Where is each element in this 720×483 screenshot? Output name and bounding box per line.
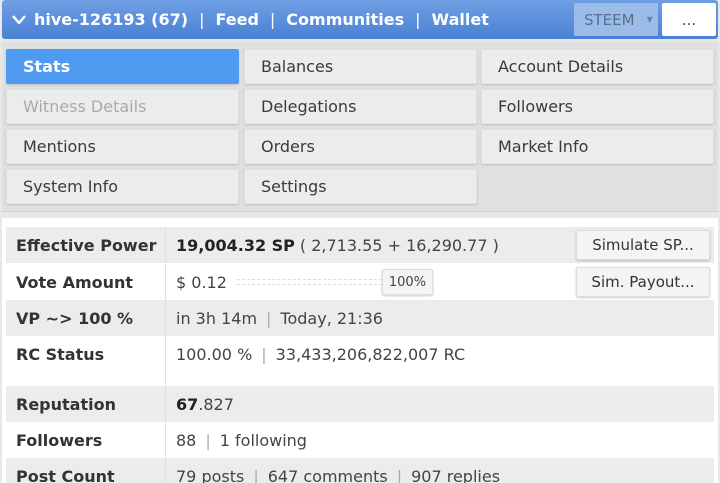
menu-item-system-info[interactable]: System Info <box>6 169 239 204</box>
stat-label: VP ~> 100 % <box>6 300 166 336</box>
stat-label: RC Status <box>6 336 166 372</box>
rc-amount: 33,433,206,822,007 RC <box>275 344 466 364</box>
vp-recharge-time: in 3h 14m <box>176 308 258 328</box>
stat-label: Post Count <box>6 458 166 483</box>
nav-separator: | <box>415 10 421 29</box>
stat-row-rc-status: RC Status 100.00 % | 33,433,206,822,007 … <box>6 336 714 372</box>
stat-label: Reputation <box>6 386 166 422</box>
nav-link-communities[interactable]: Communities <box>286 10 404 29</box>
caret-down-icon[interactable] <box>10 11 28 29</box>
stat-row-effective-power: Effective Power 19,004.32 SP ( 2,713.55 … <box>6 227 714 263</box>
comments-count: 647 comments <box>267 466 388 483</box>
posts-count: 79 posts <box>176 466 245 483</box>
menu-item-account-details[interactable]: Account Details <box>481 49 714 84</box>
chain-select[interactable]: STEEM ▼ <box>574 3 658 36</box>
effective-power-breakdown: ( 2,713.55 + 16,290.77 ) <box>299 235 499 255</box>
stat-row-followers: Followers 88 | 1 following <box>6 422 714 458</box>
stat-row-post-count: Post Count 79 posts | 647 comments | 907… <box>6 458 714 483</box>
stat-row-reputation: Reputation 67.827 <box>6 386 714 422</box>
following-count[interactable]: 1 following <box>220 431 307 450</box>
rc-percent: 100.00 % <box>176 344 253 364</box>
reputation-fraction: .827 <box>198 394 234 414</box>
nav-separator: | <box>199 10 205 29</box>
menu-item-market-info[interactable]: Market Info <box>481 129 714 164</box>
table-spacer <box>6 372 714 386</box>
menu-item-balances[interactable]: Balances <box>244 49 477 84</box>
value-separator: | <box>261 344 267 364</box>
sim-payout-button[interactable]: Sim. Payout... <box>576 267 710 297</box>
stat-label: Effective Power <box>6 227 166 263</box>
menu-item-orders[interactable]: Orders <box>244 129 477 164</box>
nav-link-wallet[interactable]: Wallet <box>432 10 489 29</box>
vote-weight-slider-track[interactable] <box>236 279 382 285</box>
vp-full-at: Today, 21:36 <box>280 308 383 328</box>
menu-item-followers[interactable]: Followers <box>481 89 714 124</box>
stat-label: Followers <box>6 422 166 458</box>
menu-item-witness-details: Witness Details <box>6 89 239 124</box>
menu-item-mentions[interactable]: Mentions <box>6 129 239 164</box>
stats-panel: Effective Power 19,004.32 SP ( 2,713.55 … <box>2 218 718 483</box>
followers-count[interactable]: 88 <box>176 431 196 450</box>
value-separator: | <box>253 466 259 483</box>
chain-select-value: STEEM <box>584 10 635 29</box>
stat-label: Vote Amount <box>6 264 166 300</box>
menu-item-stats[interactable]: Stats <box>6 49 239 84</box>
value-separator: | <box>396 466 403 483</box>
nav-separator: | <box>269 10 276 29</box>
value-separator: | <box>205 430 211 450</box>
value-separator: | <box>266 308 272 328</box>
reputation-integer: 67 <box>176 394 199 414</box>
more-menu-button[interactable]: ... <box>662 3 716 36</box>
vote-weight-slider-handle[interactable]: 100% <box>381 269 434 295</box>
effective-power-value: 19,004.32 SP <box>176 235 295 255</box>
dropdown-arrow-icon: ▼ <box>646 15 653 24</box>
vote-amount-value: $ 0.12 <box>176 272 227 292</box>
menu-item-delegations[interactable]: Delegations <box>244 89 477 124</box>
stat-row-vote-amount: Vote Amount $ 0.12 100% Sim. Payout... <box>6 264 714 300</box>
menu-item-settings[interactable]: Settings <box>244 169 477 204</box>
section-menu: Stats Balances Account Details Witness D… <box>2 42 718 212</box>
stat-row-vp: VP ~> 100 % in 3h 14m | Today, 21:36 <box>6 300 714 336</box>
simulate-sp-button[interactable]: Simulate SP... <box>576 230 710 260</box>
account-name-link[interactable]: hive-126193 (67) <box>34 10 188 29</box>
top-nav-bar: hive-126193 (67) | Feed | Communities | … <box>2 0 718 39</box>
replies-count: 907 replies <box>411 466 501 483</box>
nav-link-feed[interactable]: Feed <box>215 10 258 29</box>
